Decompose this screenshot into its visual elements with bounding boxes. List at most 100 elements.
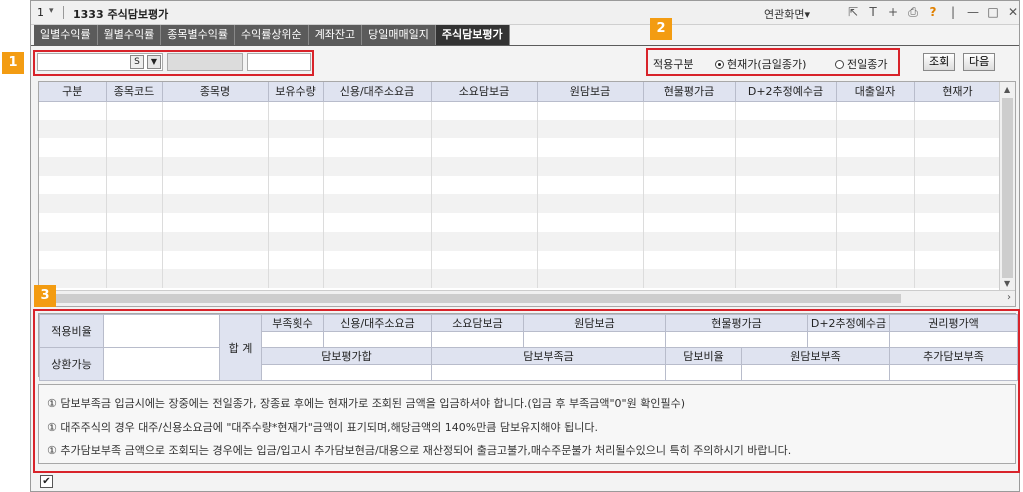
column-header[interactable]: 보유수량 xyxy=(268,82,324,102)
scroll-right-icon[interactable]: › xyxy=(1007,292,1011,303)
table-cell xyxy=(268,269,324,288)
next-button[interactable]: 다음 xyxy=(963,53,996,71)
chevron-down-icon[interactable]: ▾ xyxy=(49,6,54,16)
table-cell xyxy=(914,119,1002,139)
column-header[interactable]: 소요담보금 xyxy=(431,82,538,102)
table-cell xyxy=(323,194,432,214)
query-button[interactable]: 조회 xyxy=(923,53,956,71)
table-cell xyxy=(162,157,269,176)
table-cell xyxy=(431,250,538,270)
table-row[interactable] xyxy=(39,119,1002,139)
related-screens-menu[interactable]: 연관화면▾ xyxy=(764,6,810,22)
table-cell xyxy=(537,269,644,288)
screen-number[interactable]: 1 xyxy=(37,6,44,19)
table-row[interactable] xyxy=(39,231,1002,251)
print-icon[interactable]: ⎙ xyxy=(906,5,920,19)
table-row[interactable] xyxy=(39,157,1002,176)
table-cell xyxy=(162,119,269,139)
table-cell xyxy=(735,119,837,139)
table-cell xyxy=(914,101,1002,120)
horizontal-scrollbar[interactable]: › xyxy=(39,290,1015,306)
column-header[interactable]: 신용/대주소요금 xyxy=(323,82,432,102)
table-cell xyxy=(268,213,324,232)
column-header[interactable]: 대출일자 xyxy=(836,82,915,102)
add-icon[interactable]: + xyxy=(886,5,900,19)
table-cell xyxy=(106,101,163,120)
column-header[interactable]: 현물평가금 xyxy=(643,82,736,102)
table-row[interactable] xyxy=(39,194,1002,214)
scroll-down-icon[interactable]: ▼ xyxy=(1004,279,1010,288)
table-cell xyxy=(431,269,538,288)
table-cell xyxy=(431,175,538,195)
table-row[interactable] xyxy=(39,138,1002,158)
table-cell xyxy=(323,101,432,120)
table-cell xyxy=(914,250,1002,270)
table-cell xyxy=(431,157,538,176)
window-title: 1333 주식담보평가 xyxy=(73,8,169,21)
table-cell xyxy=(106,269,163,288)
scroll-up-icon[interactable]: ▲ xyxy=(1004,85,1010,94)
tab-4[interactable]: 계좌잔고 xyxy=(308,25,363,45)
table-cell xyxy=(836,175,915,195)
tab-3[interactable]: 수익률상위순 xyxy=(234,25,309,45)
vertical-scrollbar[interactable]: ▲ ▼ xyxy=(999,82,1015,291)
checkbox[interactable]: ✔ xyxy=(40,475,53,488)
table-cell xyxy=(431,213,538,232)
table-cell xyxy=(537,213,644,232)
table-row[interactable] xyxy=(39,250,1002,270)
table-cell xyxy=(836,119,915,139)
scroll-thumb[interactable] xyxy=(41,294,901,303)
column-header[interactable]: 종목명 xyxy=(162,82,269,102)
table-cell xyxy=(268,101,324,120)
column-header[interactable]: 원담보금 xyxy=(537,82,644,102)
table-cell xyxy=(268,157,324,176)
table-cell xyxy=(39,175,107,195)
table-cell xyxy=(735,269,837,288)
table-row[interactable] xyxy=(39,101,1002,120)
help-icon[interactable]: ? xyxy=(926,5,940,19)
table-cell xyxy=(162,194,269,214)
text-size-icon[interactable]: T xyxy=(866,5,880,19)
scroll-thumb[interactable] xyxy=(1002,98,1013,278)
column-header[interactable]: 종목코드 xyxy=(106,82,163,102)
table-cell xyxy=(106,231,163,251)
titlebar-icons: ⇱ T + ⎙ ? | — □ ✕ xyxy=(846,5,1020,20)
table-cell xyxy=(162,138,269,158)
table-cell xyxy=(643,175,736,195)
table-row[interactable] xyxy=(39,175,1002,195)
table-cell xyxy=(106,194,163,214)
table-cell xyxy=(836,213,915,232)
link-screen-icon[interactable]: ⇱ xyxy=(846,5,860,19)
table-cell xyxy=(323,119,432,139)
table-cell xyxy=(39,213,107,232)
column-header[interactable]: D+2추정예수금 xyxy=(735,82,837,102)
tab-0[interactable]: 일별수익률 xyxy=(34,25,98,45)
highlight-box xyxy=(33,50,314,76)
table-cell xyxy=(431,101,538,120)
table-cell xyxy=(537,231,644,251)
table-cell xyxy=(836,250,915,270)
table-row[interactable] xyxy=(39,269,1002,288)
table-cell xyxy=(323,269,432,288)
table-cell xyxy=(39,231,107,251)
tab-6[interactable]: 주식담보평가 xyxy=(435,25,510,45)
tab-1[interactable]: 월별수익률 xyxy=(97,25,162,45)
table-cell xyxy=(914,269,1002,288)
table-cell xyxy=(643,194,736,214)
table-row[interactable] xyxy=(39,213,1002,232)
minimize-icon[interactable]: — xyxy=(966,5,980,19)
table-cell xyxy=(914,231,1002,251)
close-icon[interactable]: ✕ xyxy=(1006,5,1020,19)
maximize-icon[interactable]: □ xyxy=(986,5,1000,19)
callout-badge: 3 xyxy=(34,285,56,307)
table-cell xyxy=(323,250,432,270)
tab-5[interactable]: 당일매매일지 xyxy=(362,25,436,45)
tab-2[interactable]: 종목별수익률 xyxy=(161,25,235,45)
table-cell xyxy=(162,250,269,270)
table-cell xyxy=(914,213,1002,232)
collateral-grid[interactable]: 구분 종목코드 종목명 보유수량 신용/대주소요금 소요담보금 원담보금 현물평가금 D+2추정… xyxy=(38,81,1016,307)
column-header[interactable]: 구분 xyxy=(39,82,107,102)
column-header[interactable]: 현재가 xyxy=(914,82,1002,102)
callout-badge: 1 xyxy=(2,52,24,74)
table-cell xyxy=(106,250,163,270)
